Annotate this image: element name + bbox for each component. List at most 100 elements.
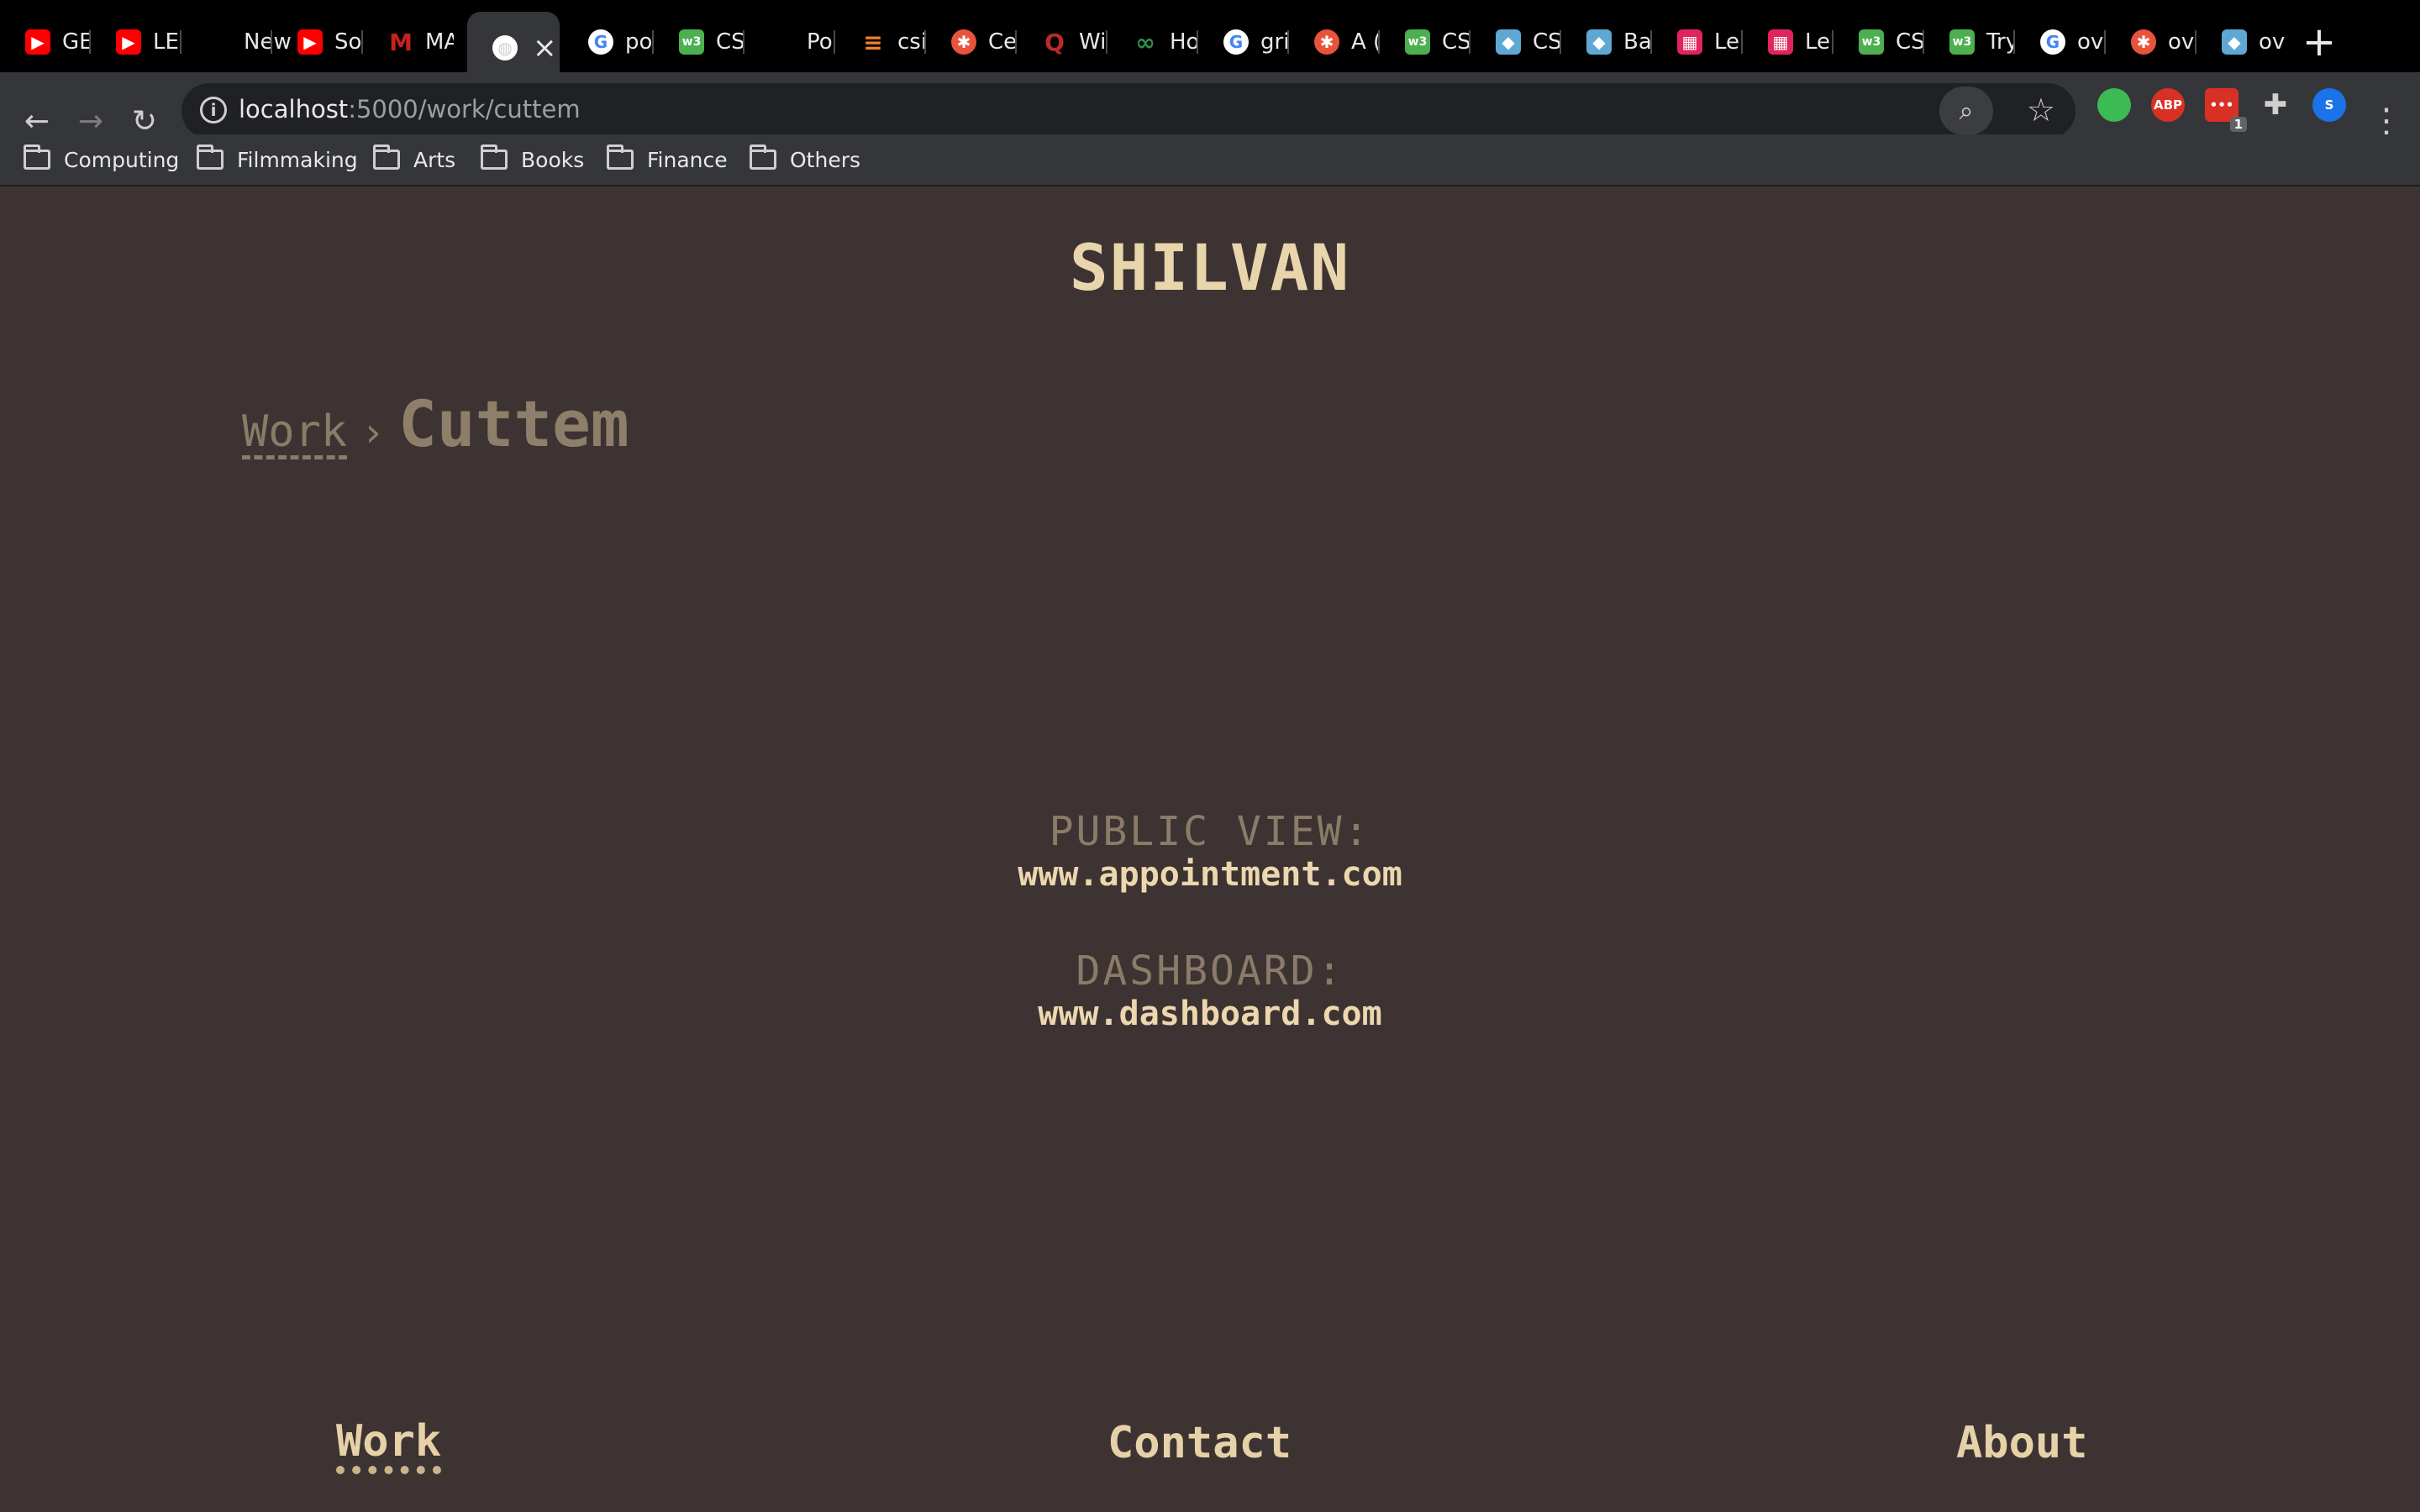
stackoverflow-icon: ≡ bbox=[863, 28, 883, 56]
tab-title: Try bbox=[1986, 29, 2015, 55]
bookmark-folder-others[interactable]: Others bbox=[750, 143, 860, 176]
puzzle-icon[interactable]: ✚ bbox=[2259, 88, 2292, 122]
tab[interactable]: ▶ LE bbox=[91, 15, 182, 69]
tab[interactable]: ◆ Ba bbox=[1561, 15, 1652, 69]
tab[interactable]: ▦ Le bbox=[1743, 15, 1833, 69]
site-info-icon[interactable]: i bbox=[200, 97, 227, 123]
dashboard-link[interactable]: www.dashboard.com bbox=[0, 995, 2420, 1033]
breadcrumb: Work › Cuttem bbox=[242, 386, 629, 461]
extension-label: S bbox=[2324, 97, 2334, 113]
extension-label: ••• bbox=[2209, 97, 2234, 113]
tab-title: Wi bbox=[1079, 29, 1107, 55]
tab-title: Ho bbox=[1170, 29, 1198, 55]
address-url[interactable]: localhost:5000/work/cuttem bbox=[239, 95, 581, 123]
tab[interactable]: w3 CS bbox=[654, 15, 744, 69]
tab[interactable]: ▦ Le bbox=[1652, 15, 1743, 69]
green-extension-icon[interactable] bbox=[2097, 88, 2131, 122]
address-bar[interactable]: i localhost:5000/work/cuttem ⌕ ☆ bbox=[182, 83, 2075, 139]
tab[interactable]: ✱ Ce bbox=[926, 15, 1017, 69]
asterisk-icon: ✱ bbox=[1314, 29, 1339, 55]
tab-title: CS bbox=[1533, 29, 1561, 55]
tab[interactable]: Po bbox=[744, 15, 835, 69]
url-path: :5000/work/cuttem bbox=[348, 95, 581, 123]
bookmark-folder-filmmaking[interactable]: Filmmaking bbox=[197, 143, 358, 176]
bookmark-label: Filmmaking bbox=[237, 147, 358, 172]
public-view-section: PUBLIC VIEW: www.appointment.com bbox=[0, 808, 2420, 894]
tab-close-icon[interactable]: × bbox=[533, 31, 557, 65]
nav-about-link[interactable]: About bbox=[1956, 1418, 2088, 1468]
tab-title: CS bbox=[716, 29, 744, 55]
tab[interactable]: w3 CS bbox=[1833, 15, 1924, 69]
w3schools-icon: w3 bbox=[679, 29, 704, 55]
tab-title: MA bbox=[425, 29, 454, 55]
extension-badge: 1 bbox=[2229, 117, 2247, 132]
public-view-label: PUBLIC VIEW: bbox=[1049, 808, 1371, 855]
folder-icon bbox=[750, 144, 776, 170]
zoom-icon[interactable]: ⌕ bbox=[1939, 87, 1993, 135]
w3schools-icon: w3 bbox=[1405, 29, 1430, 55]
tab[interactable]: ✱ A ( bbox=[1289, 15, 1380, 69]
tab-title: ov bbox=[2077, 29, 2104, 55]
tab-title: csi bbox=[897, 29, 926, 55]
cap-icon: ◆ bbox=[1586, 29, 1612, 55]
cap-icon: ◆ bbox=[2222, 29, 2247, 55]
tab[interactable]: w3 Try bbox=[1924, 15, 2015, 69]
extension-label: ABP bbox=[2153, 97, 2183, 113]
w3schools-icon: w3 bbox=[1949, 29, 1975, 55]
tab[interactable]: ◆ CS bbox=[1470, 15, 1561, 69]
tab[interactable]: M MA bbox=[363, 15, 454, 69]
w3schools-icon: w3 bbox=[1859, 29, 1884, 55]
tab[interactable]: ≡ csi bbox=[835, 15, 926, 69]
adblock-icon[interactable]: ABP bbox=[2151, 88, 2185, 122]
folder-icon bbox=[481, 144, 508, 170]
page-title: Cuttem bbox=[398, 386, 629, 461]
dashboard-section: DASHBOARD: www.dashboard.com bbox=[0, 948, 2420, 1033]
chevron-right-icon: › bbox=[360, 409, 386, 456]
bookmark-label: Books bbox=[521, 147, 585, 172]
tab[interactable]: w3 CS bbox=[1380, 15, 1470, 69]
tab-title: CS bbox=[1896, 29, 1924, 55]
blank-favicon bbox=[770, 29, 795, 55]
tab[interactable]: Gov bbox=[2015, 15, 2106, 69]
quora-icon: Q bbox=[1044, 28, 1065, 56]
tab[interactable]: ✱ ov bbox=[2106, 15, 2196, 69]
bookmark-folder-books[interactable]: Books bbox=[481, 143, 584, 176]
tab-strip: ▶GE▶LENew Ta▶SoMMA◍×Gpow3CSPo≡csi✱CeQWi∞… bbox=[0, 0, 2420, 84]
profile-avatar[interactable]: S bbox=[2312, 88, 2346, 122]
tab[interactable]: ▶ GE bbox=[0, 15, 91, 69]
bookmark-folder-arts[interactable]: Arts bbox=[373, 143, 455, 176]
folder-icon bbox=[607, 144, 634, 170]
asterisk-icon: ✱ bbox=[2131, 29, 2156, 55]
youtube-icon: ▶ bbox=[297, 29, 323, 55]
tab[interactable]: Q Wi bbox=[1017, 15, 1107, 69]
tab-title: gri bbox=[1260, 29, 1289, 55]
tab-title: CS bbox=[1442, 29, 1470, 55]
bookmark-label: Others bbox=[790, 147, 861, 172]
tab[interactable]: Gpo bbox=[563, 15, 654, 69]
asterisk-icon: ✱ bbox=[951, 29, 976, 55]
public-view-link[interactable]: www.appointment.com bbox=[0, 855, 2420, 894]
tab[interactable]: ▶ So bbox=[272, 15, 363, 69]
bookmark-folder-computing[interactable]: Computing bbox=[24, 143, 179, 176]
url-host: localhost bbox=[239, 95, 349, 123]
nav-work-link[interactable]: Work bbox=[336, 1417, 442, 1475]
new-tab-button[interactable]: + bbox=[2294, 17, 2344, 67]
tab-title: Po bbox=[807, 29, 833, 55]
youtube-icon: ▶ bbox=[25, 29, 50, 55]
bookmark-folder-finance[interactable]: Finance bbox=[607, 143, 728, 176]
red-extension-icon[interactable]: ••• 1 bbox=[2205, 88, 2247, 132]
tab[interactable]: Ggri bbox=[1198, 15, 1289, 69]
cap-icon: ◆ bbox=[1496, 29, 1521, 55]
site-title[interactable]: SHILVAN bbox=[0, 230, 2420, 305]
tab[interactable]: ∞ Ho bbox=[1107, 15, 1198, 69]
folder-icon bbox=[197, 144, 224, 170]
geeks-icon: ∞ bbox=[1135, 28, 1155, 56]
bookmark-star-icon[interactable]: ☆ bbox=[2027, 92, 2055, 129]
grid-icon: ▦ bbox=[1768, 29, 1793, 55]
nav-contact-link[interactable]: Contact bbox=[1107, 1418, 1292, 1468]
folder-icon bbox=[24, 144, 50, 170]
breadcrumb-work-link[interactable]: Work bbox=[242, 409, 348, 459]
google-icon: G bbox=[588, 29, 613, 55]
tab-title: ov bbox=[2168, 29, 2195, 55]
tab[interactable]: ◆ ov bbox=[2196, 15, 2287, 69]
